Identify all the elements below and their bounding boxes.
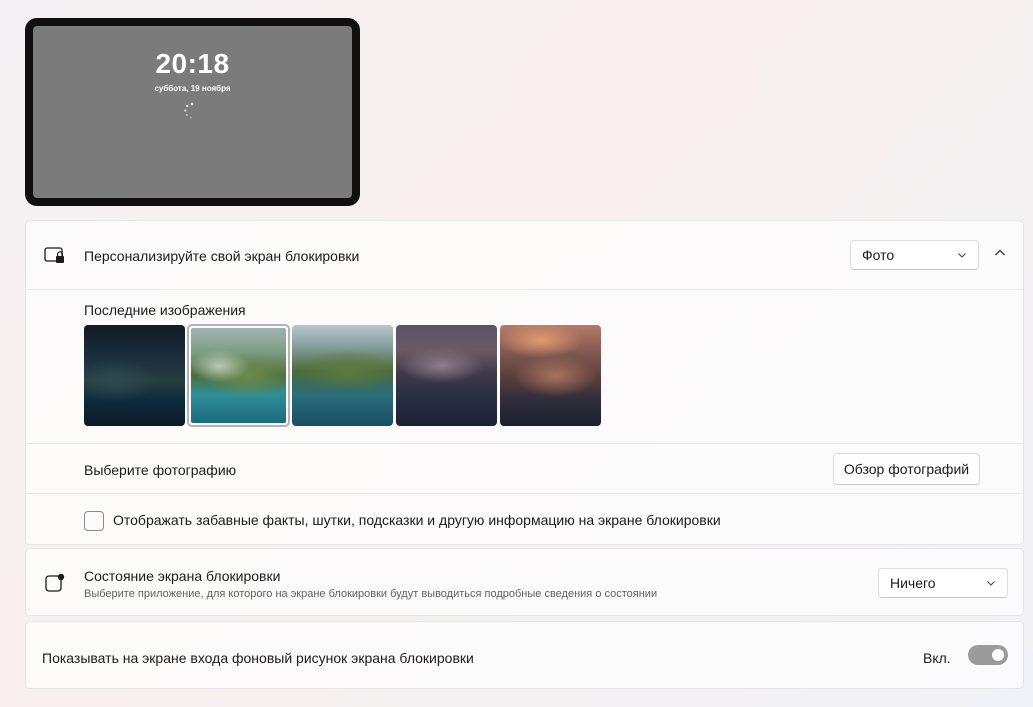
fun-facts-row: Отображать забавные факты, шутки, подска… bbox=[26, 493, 1023, 545]
recent-image-thumbnail-selected[interactable] bbox=[187, 324, 290, 427]
personalize-header[interactable]: Персонализируйте свой экран блокировки Ф… bbox=[26, 221, 1023, 290]
chevron-down-icon bbox=[987, 581, 995, 586]
signin-background-toggle[interactable] bbox=[968, 645, 1008, 665]
lock-screen-preview: 20:18 суббота, 19 ноября bbox=[25, 18, 360, 206]
recent-images-label: Последние изображения bbox=[84, 302, 246, 318]
lock-screen-status-dropdown[interactable]: Ничего bbox=[878, 568, 1008, 598]
lock-screen-status-subtitle: Выберите приложение, для которого на экр… bbox=[84, 588, 658, 600]
choose-photo-label: Выберите фотографию bbox=[84, 462, 237, 478]
fun-facts-checkbox[interactable] bbox=[84, 511, 104, 531]
recent-image-thumbnail[interactable] bbox=[292, 325, 393, 426]
lock-screen-type-dropdown[interactable]: Фото bbox=[850, 240, 979, 270]
signin-background-state: Вкл. bbox=[923, 650, 951, 666]
browse-photos-button[interactable]: Обзор фотографий bbox=[833, 453, 980, 485]
preview-time: 20:18 bbox=[155, 48, 230, 79]
loading-spinner-icon bbox=[184, 102, 194, 119]
choose-photo-row: Выберите фотографию Обзор фотографий bbox=[26, 443, 1023, 493]
lock-screen-status-title: Состояние экрана блокировки bbox=[84, 568, 281, 584]
chevron-down-icon bbox=[958, 253, 966, 258]
lock-screen-icon bbox=[44, 247, 64, 263]
recent-image-thumbnail[interactable] bbox=[500, 325, 601, 426]
preview-date: суббота, 19 ноября bbox=[154, 84, 231, 93]
recent-image-thumbnail[interactable] bbox=[84, 325, 185, 426]
personalize-lock-screen-card: Персонализируйте свой экран блокировки Ф… bbox=[25, 220, 1024, 545]
status-badge-icon bbox=[45, 573, 65, 592]
personalize-title: Персонализируйте свой экран блокировки bbox=[84, 248, 360, 264]
toggle-knob bbox=[992, 649, 1004, 661]
lock-screen-status-value: Ничего bbox=[890, 575, 936, 591]
signin-background-label: Показывать на экране входа фоновый рисун… bbox=[42, 650, 474, 666]
signin-background-card: Показывать на экране входа фоновый рисун… bbox=[25, 621, 1024, 689]
lock-screen-status-card: Состояние экрана блокировки Выберите при… bbox=[25, 548, 1024, 616]
recent-image-thumbnail[interactable] bbox=[396, 325, 497, 426]
lock-screen-type-value: Фото bbox=[862, 247, 895, 263]
fun-facts-label[interactable]: Отображать забавные факты, шутки, подска… bbox=[113, 512, 721, 528]
chevron-up-icon[interactable] bbox=[992, 245, 1008, 261]
preview-screen: 20:18 суббота, 19 ноября bbox=[33, 26, 352, 198]
